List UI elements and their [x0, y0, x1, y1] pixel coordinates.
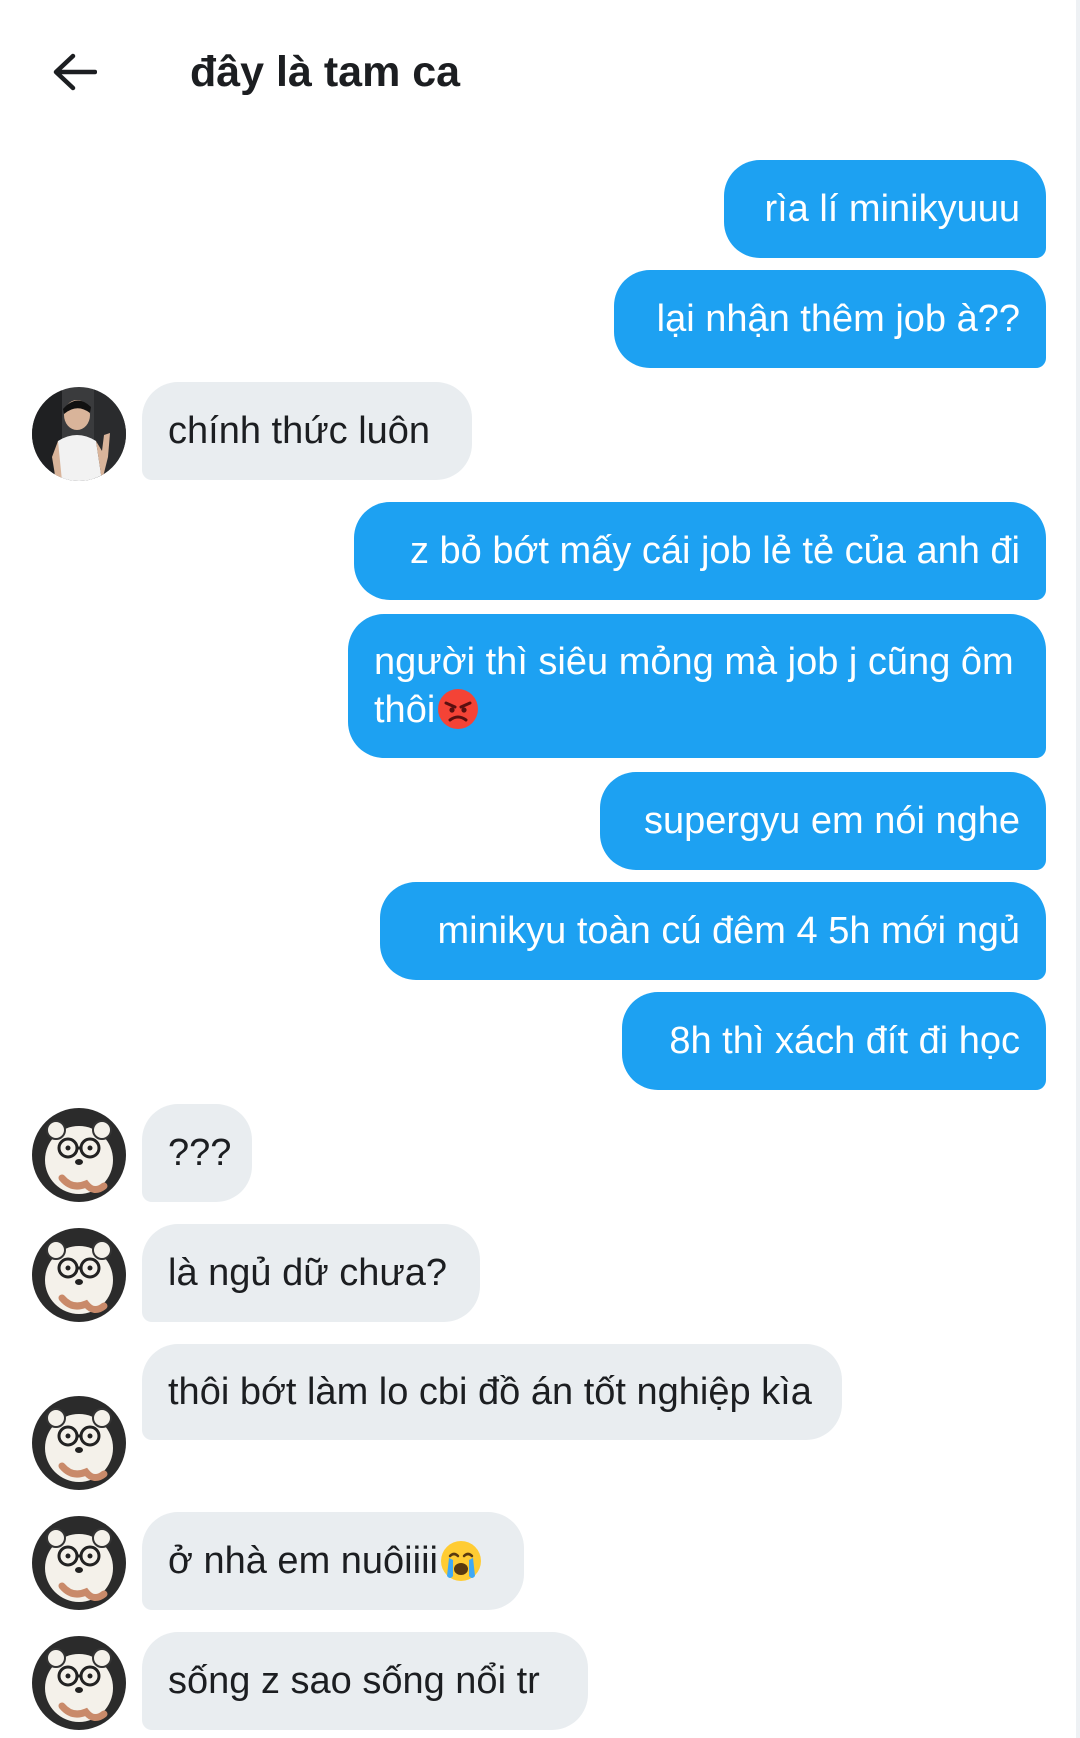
bear-avatar-icon — [32, 1396, 126, 1490]
received-message[interactable]: sống z sao sống nổi tr — [142, 1632, 588, 1730]
sent-message[interactable]: z bỏ bớt mấy cái job lẻ tẻ của anh đi — [354, 502, 1046, 600]
message-text: 8h thì xách đít đi học — [669, 1020, 1020, 1062]
person-photo-icon — [32, 387, 126, 481]
message-text: chính thức luôn — [168, 410, 431, 452]
message-text: supergyu em nói nghe — [643, 800, 1020, 842]
sent-message[interactable]: supergyu em nói nghe — [600, 772, 1046, 870]
message-text: z bỏ bớt mấy cái job lẻ tẻ của anh đi — [409, 530, 1020, 572]
scroll-edge — [1076, 0, 1080, 1738]
contact-avatar[interactable] — [32, 1228, 126, 1322]
sent-message[interactable]: 8h thì xách đít đi học — [622, 992, 1046, 1090]
angry-face-emoji — [438, 689, 479, 729]
bear-avatar-icon — [32, 1516, 126, 1610]
received-message[interactable]: ??? — [142, 1104, 252, 1202]
message-text: rìa lí minikyuuu — [764, 188, 1020, 230]
crying-face-emoji — [440, 1541, 481, 1581]
message-text: ở nhà em nuôiiii — [168, 1540, 438, 1582]
message-text: ??? — [168, 1132, 232, 1174]
sent-message[interactable]: lại nhận thêm job à?? — [614, 270, 1046, 368]
back-arrow-icon — [53, 53, 97, 91]
conversation-title[interactable]: đây là tam ca — [190, 44, 460, 100]
sent-message[interactable]: người thì siêu mỏng mà job j cũng ôm thô… — [348, 614, 1046, 758]
contact-avatar[interactable] — [32, 1636, 126, 1730]
message-text: minikyu toàn cú đêm 4 5h mới ngủ — [437, 910, 1020, 952]
back-button[interactable] — [44, 42, 104, 102]
conversation-header: đây là tam ca — [0, 0, 1080, 140]
contact-avatar[interactable] — [32, 1396, 126, 1490]
chat-screen: đây là tam ca rìa lí minikyuuu lại nhận … — [0, 0, 1080, 1738]
bear-avatar-icon — [32, 1636, 126, 1730]
message-text: thôi bớt làm lo cbi đồ án tốt nghiệp kìa — [168, 1371, 812, 1413]
message-text: sống z sao sống nổi tr — [168, 1660, 540, 1702]
message-text: là ngủ dữ chưa? — [168, 1252, 448, 1294]
received-message[interactable]: thôi bớt làm lo cbi đồ án tốt nghiệp kìa — [142, 1344, 842, 1440]
received-message[interactable]: ở nhà em nuôiiii — [142, 1512, 524, 1610]
received-message[interactable]: là ngủ dữ chưa? — [142, 1224, 480, 1322]
contact-avatar[interactable] — [32, 387, 126, 481]
contact-avatar[interactable] — [32, 1516, 126, 1610]
sent-message[interactable]: minikyu toàn cú đêm 4 5h mới ngủ — [380, 882, 1046, 980]
bear-avatar-icon — [32, 1108, 126, 1202]
message-text: lại nhận thêm job à?? — [656, 298, 1020, 340]
contact-avatar[interactable] — [32, 1108, 126, 1202]
bear-avatar-icon — [32, 1228, 126, 1322]
received-message[interactable]: chính thức luôn — [142, 382, 472, 480]
sent-message[interactable]: rìa lí minikyuuu — [724, 160, 1046, 258]
